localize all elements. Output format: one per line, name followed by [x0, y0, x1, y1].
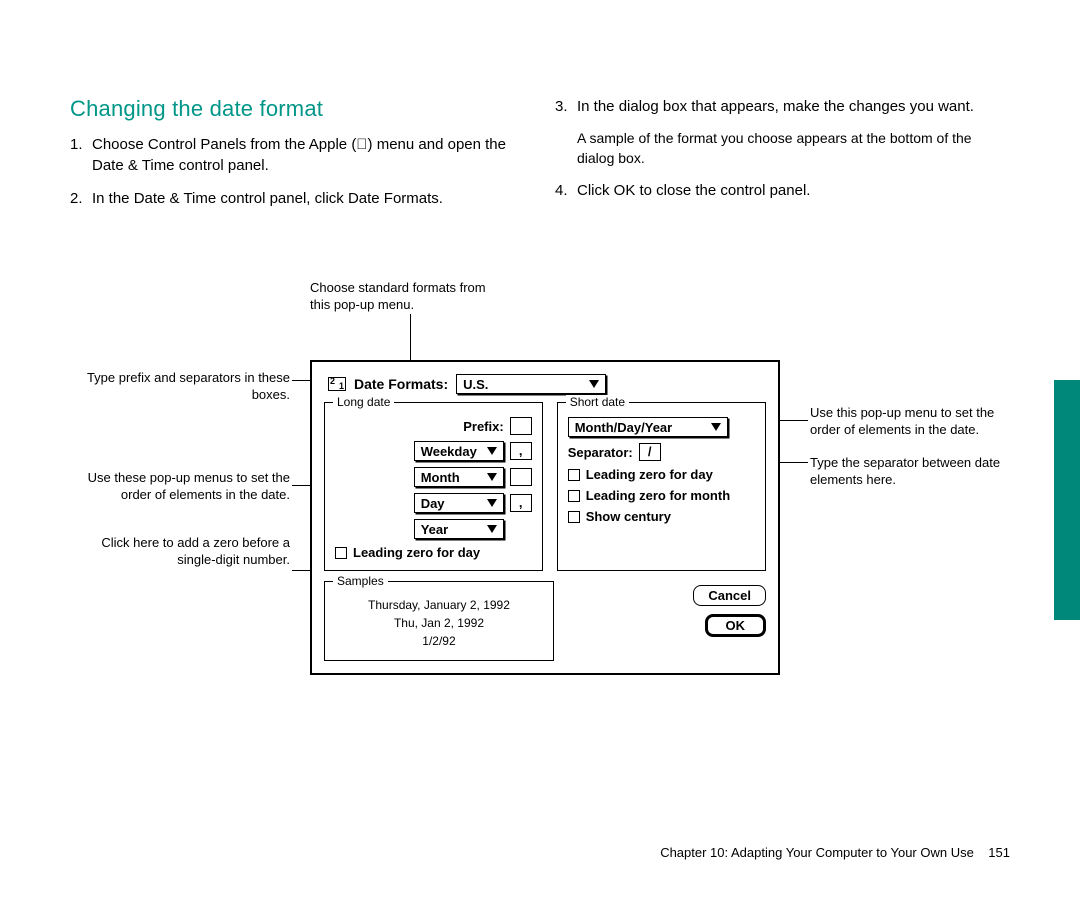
- step-3: 3. In the dialog box that appears, make …: [555, 96, 1010, 117]
- long-date-group: Long date Prefix: Weekday ,: [324, 402, 543, 571]
- samples-group: Samples Thursday, January 2, 1992 Thu, J…: [324, 581, 554, 661]
- chevron-down-icon: [711, 423, 721, 431]
- chevron-down-icon: [487, 499, 497, 507]
- element-1-value: Weekday: [421, 444, 477, 459]
- sample-abbrev: Thu, Jan 2, 1992: [335, 614, 543, 632]
- step-2-num: 2.: [70, 188, 92, 209]
- long-leading-zero-day-checkbox[interactable]: Leading zero for day: [335, 545, 532, 560]
- short-leading-zero-day-label: Leading zero for day: [586, 467, 713, 482]
- page-footer: Chapter 10: Adapting Your Computer to Yo…: [660, 845, 1010, 860]
- checkbox-icon: [568, 469, 580, 481]
- step-2-text: In the Date & Time control panel, click …: [92, 188, 525, 209]
- long-date-legend: Long date: [333, 395, 394, 409]
- dialog-title: Date Formats:: [354, 376, 448, 392]
- step-1: 1. Choose Control Panels from the Apple …: [70, 134, 525, 176]
- page-number: 151: [988, 845, 1010, 860]
- element-2-popup[interactable]: Month: [414, 467, 504, 487]
- short-date-legend: Short date: [566, 395, 629, 409]
- chevron-down-icon: [589, 380, 599, 388]
- callout-separator-type: Type the separator between date elements…: [810, 455, 1010, 489]
- checkbox-icon: [568, 511, 580, 523]
- short-leading-zero-day-checkbox[interactable]: Leading zero for day: [568, 467, 755, 482]
- step-3-text: In the dialog box that appears, make the…: [577, 96, 1010, 117]
- separator-label: Separator:: [568, 445, 633, 460]
- element-3-value: Day: [421, 496, 445, 511]
- prefix-input[interactable]: [510, 417, 532, 435]
- element-4-value: Year: [421, 522, 448, 537]
- callout-prefix: Type prefix and separators in these boxe…: [80, 370, 290, 404]
- chapter-label: Chapter 10: Adapting Your Computer to Yo…: [660, 845, 974, 860]
- callout-right-menu: Use this pop-up menu to set the order of…: [810, 405, 1010, 439]
- callout-left-menus: Use these pop-up menus to set the order …: [80, 470, 290, 504]
- callout-leading-zero: Click here to add a zero before a single…: [80, 535, 290, 569]
- separator-3-input[interactable]: ,: [510, 494, 532, 512]
- short-leading-zero-month-checkbox[interactable]: Leading zero for month: [568, 488, 755, 503]
- cancel-button[interactable]: Cancel: [693, 585, 766, 606]
- step-3-sub: A sample of the format you choose appear…: [577, 129, 1010, 168]
- chevron-down-icon: [487, 473, 497, 481]
- region-popup-value: U.S.: [463, 377, 488, 392]
- show-century-label: Show century: [586, 509, 671, 524]
- short-order-value: Month/Day/Year: [575, 420, 673, 435]
- prefix-label: Prefix:: [463, 419, 503, 434]
- sample-long: Thursday, January 2, 1992: [335, 596, 543, 614]
- ok-button[interactable]: OK: [705, 614, 767, 637]
- element-3-popup[interactable]: Day: [414, 493, 504, 513]
- sample-short: 1/2/92: [335, 632, 543, 650]
- step-4-text: Click OK to close the control panel.: [577, 180, 1010, 201]
- checkbox-icon: [568, 490, 580, 502]
- page-edge-tab: [1054, 380, 1080, 620]
- element-1-popup[interactable]: Weekday: [414, 441, 504, 461]
- step-1-text: Choose Control Panels from the Apple ()…: [92, 134, 525, 176]
- chevron-down-icon: [487, 447, 497, 455]
- show-century-checkbox[interactable]: Show century: [568, 509, 755, 524]
- short-date-group: Short date Month/Day/Year Separator: / L…: [557, 402, 766, 571]
- figure: Type prefix and separators in these boxe…: [110, 280, 1010, 700]
- date-formats-dialog: Date Formats: U.S. Long date Prefix: Wee…: [310, 360, 780, 675]
- step-2: 2. In the Date & Time control panel, cli…: [70, 188, 525, 209]
- separator-2-input[interactable]: [510, 468, 532, 486]
- step-4: 4. Click OK to close the control panel.: [555, 180, 1010, 201]
- separator-1-input[interactable]: ,: [510, 442, 532, 460]
- step-3-num: 3.: [555, 96, 577, 117]
- section-title: Changing the date format: [70, 96, 525, 122]
- region-popup[interactable]: U.S.: [456, 374, 606, 394]
- long-leading-zero-day-label: Leading zero for day: [353, 545, 480, 560]
- date-formats-icon: [328, 377, 346, 391]
- short-order-popup[interactable]: Month/Day/Year: [568, 417, 728, 437]
- element-4-popup[interactable]: Year: [414, 519, 504, 539]
- step-1-num: 1.: [70, 134, 92, 176]
- element-2-value: Month: [421, 470, 460, 485]
- callout-top: Choose standard formats from this pop-up…: [310, 280, 490, 314]
- samples-legend: Samples: [333, 574, 388, 588]
- checkbox-icon: [335, 547, 347, 559]
- step-4-num: 4.: [555, 180, 577, 201]
- separator-input[interactable]: /: [639, 443, 661, 461]
- chevron-down-icon: [487, 525, 497, 533]
- short-leading-zero-month-label: Leading zero for month: [586, 488, 730, 503]
